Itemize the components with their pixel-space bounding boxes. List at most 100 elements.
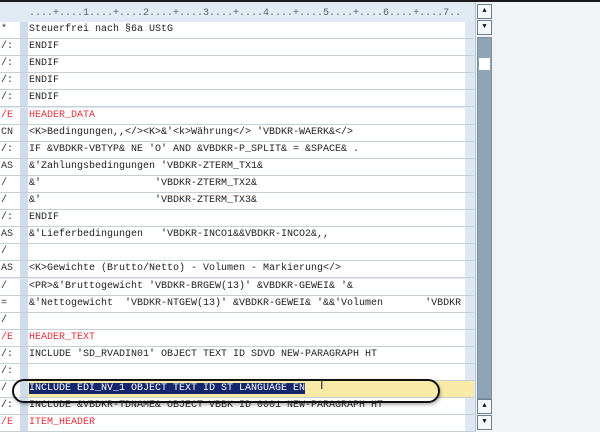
scroll-thumb[interactable] — [479, 58, 490, 70]
line-text[interactable]: ENDIF — [28, 90, 466, 107]
line-format-tag[interactable]: /: — [0, 210, 20, 227]
annotation-ellipse — [12, 379, 440, 403]
editor-line[interactable]: /: ENDIF — [0, 39, 474, 57]
line-format-tag[interactable]: /E — [0, 329, 20, 346]
line-text[interactable]: HEADER_DATA — [28, 107, 466, 124]
editor-line[interactable]: /: INCLUDE 'SD_RVADIN01' OBJECT TEXT ID S… — [0, 346, 474, 364]
editor-line[interactable]: / &' 'VBDKR-ZTERM_TX3& — [0, 193, 474, 210]
line-text[interactable] — [28, 364, 466, 380]
gutter — [20, 261, 28, 278]
triangle-down-icon: ▼ — [482, 418, 487, 426]
line-text[interactable]: ITEM_HEADER — [28, 415, 466, 432]
line-text-value: Steuerfrei nach §6a UStG — [29, 24, 174, 35]
line-format-tag[interactable]: / — [0, 244, 20, 261]
scroll-track[interactable] — [477, 37, 492, 399]
line-format-tag[interactable]: /: — [0, 364, 20, 380]
editor-line[interactable]: /: ENDIF — [0, 56, 474, 74]
line-format-tag[interactable]: / — [0, 193, 20, 209]
line-text[interactable]: ENDIF — [28, 210, 466, 227]
line-text[interactable]: IF &VBDKR-VBTYP& NE 'O' AND &VBDKR-P_SPL… — [28, 141, 466, 158]
editor-line[interactable]: /: ENDIF — [0, 90, 474, 108]
line-end — [465, 346, 474, 363]
line-text[interactable]: ENDIF — [28, 56, 466, 73]
line-format-tag[interactable]: /: — [0, 39, 20, 56]
column-ruler: ....+....1....+....2....+....3....+....4… — [0, 5, 474, 22]
line-format-tag[interactable]: AS — [0, 227, 20, 244]
line-end — [465, 398, 474, 415]
line-format-tag[interactable]: = — [0, 295, 20, 312]
right-panel — [494, 2, 600, 432]
scroll-up-button[interactable]: ▲ — [477, 4, 492, 19]
line-text[interactable]: <K>Bedingungen,,</><K>&'<k>Währung</> 'V… — [28, 124, 466, 141]
line-format-tag[interactable]: /E — [0, 107, 20, 124]
line-text[interactable]: &'Zahlungsbedingungen 'VBDKR-ZTERM_TX1& — [28, 158, 466, 175]
line-format-tag[interactable]: /: — [0, 141, 20, 158]
editor-line[interactable]: /: ENDIF — [0, 210, 474, 228]
editor-line[interactable]: AS <K>Gewichte (Brutto/Netto) - Volumen -… — [0, 261, 474, 279]
vertical-scrollbar[interactable]: ▲ ▼ ▲ ▼ — [477, 3, 493, 432]
gutter — [20, 22, 28, 38]
line-end — [465, 22, 474, 38]
line-text[interactable]: &' 'VBDKR-ZTERM_TX2& — [28, 175, 466, 192]
editor-line[interactable]: /: IF &VBDKR-VBTYP& NE 'O' AND &VBDKR-P_S… — [0, 141, 474, 159]
line-text[interactable]: &'Lieferbedingungen 'VBDKR-INCO1&&VBDKR-… — [28, 227, 466, 244]
line-end — [465, 278, 474, 295]
editor-line[interactable]: CN <K>Bedingungen,,</><K>&'<k>Währung</> … — [0, 124, 474, 142]
gutter — [20, 141, 28, 158]
line-text[interactable]: &'Nettogewicht 'VBDKR-NTGEW(13)' &VBDKR-… — [28, 295, 466, 312]
line-text-value: ITEM_HEADER — [29, 417, 96, 429]
line-format-tag[interactable]: /E — [0, 415, 20, 432]
line-end — [465, 381, 474, 398]
line-text[interactable] — [28, 244, 466, 261]
line-text[interactable]: ENDIF — [28, 39, 466, 56]
line-text[interactable]: <PR>&'Bruttogewicht 'VBDKR-BRGEW(13)' &V… — [28, 278, 466, 295]
editor-line[interactable]: /E ITEM_HEADER — [0, 415, 474, 432]
line-text[interactable]: HEADER_TEXT — [28, 329, 466, 346]
line-format-tag[interactable]: /: — [0, 90, 20, 107]
line-end — [465, 107, 474, 124]
editor-line[interactable]: = &'Nettogewicht 'VBDKR-NTGEW(13)' &VBDKR… — [0, 295, 474, 313]
editor-line[interactable]: / — [0, 312, 474, 330]
editor-line[interactable]: * Steuerfrei nach §6a UStG — [0, 22, 474, 39]
line-format-tag[interactable]: AS — [0, 261, 20, 278]
scroll-up-button-bottom[interactable]: ▲ — [477, 399, 492, 414]
scroll-down-button-bottom[interactable]: ▼ — [477, 415, 492, 430]
line-text[interactable]: Steuerfrei nach §6a UStG — [28, 22, 466, 38]
line-format-tag[interactable]: CN — [0, 124, 20, 141]
ruler-text: ....+....1....+....2....+....3....+....4… — [29, 8, 462, 19]
line-text-value: &'Lieferbedingungen 'VBDKR-INCO1&&VBDKR-… — [29, 229, 330, 241]
line-end — [465, 210, 474, 227]
editor-line[interactable]: AS &'Zahlungsbedingungen 'VBDKR-ZTERM_TX1… — [0, 158, 474, 176]
line-text[interactable] — [28, 312, 466, 329]
triangle-down-icon: ▼ — [482, 23, 487, 31]
line-text[interactable]: ENDIF — [28, 73, 466, 90]
gutter — [20, 158, 28, 175]
editor-line[interactable]: / <PR>&'Bruttogewicht 'VBDKR-BRGEW(13)' &… — [0, 278, 474, 296]
editor-line[interactable]: AS &'Lieferbedingungen 'VBDKR-INCO1&&VBDK… — [0, 227, 474, 245]
line-format-tag[interactable]: /: — [0, 73, 20, 90]
line-format-tag[interactable]: * — [0, 22, 20, 38]
gutter — [20, 312, 28, 329]
line-text[interactable]: &' 'VBDKR-ZTERM_TX3& — [28, 193, 466, 209]
editor-line[interactable]: /E HEADER_DATA — [0, 107, 474, 125]
line-text[interactable]: INCLUDE 'SD_RVADIN01' OBJECT TEXT ID SDV… — [28, 346, 466, 363]
editor-line[interactable]: / &' 'VBDKR-ZTERM_TX2& — [0, 175, 474, 193]
editor-line[interactable]: /E HEADER_TEXT — [0, 329, 474, 347]
editor-line[interactable]: / — [0, 244, 474, 262]
scroll-down-button[interactable]: ▼ — [477, 20, 492, 35]
line-format-tag[interactable]: / — [0, 175, 20, 192]
line-format-tag[interactable]: /: — [0, 346, 20, 363]
text-editor[interactable]: ....+....1....+....2....+....3....+....4… — [0, 2, 476, 432]
line-format-tag[interactable]: / — [0, 278, 20, 295]
line-format-tag[interactable]: AS — [0, 158, 20, 175]
triangle-up-icon: ▲ — [482, 402, 487, 410]
gutter — [20, 73, 28, 90]
gutter — [20, 175, 28, 192]
line-format-tag[interactable]: /: — [0, 56, 20, 73]
line-text[interactable]: <K>Gewichte (Brutto/Netto) - Volumen - M… — [28, 261, 466, 278]
gutter — [20, 90, 28, 107]
gutter — [20, 107, 28, 124]
line-end — [465, 415, 474, 432]
line-format-tag[interactable]: / — [0, 312, 20, 329]
editor-line[interactable]: /: ENDIF — [0, 73, 474, 91]
